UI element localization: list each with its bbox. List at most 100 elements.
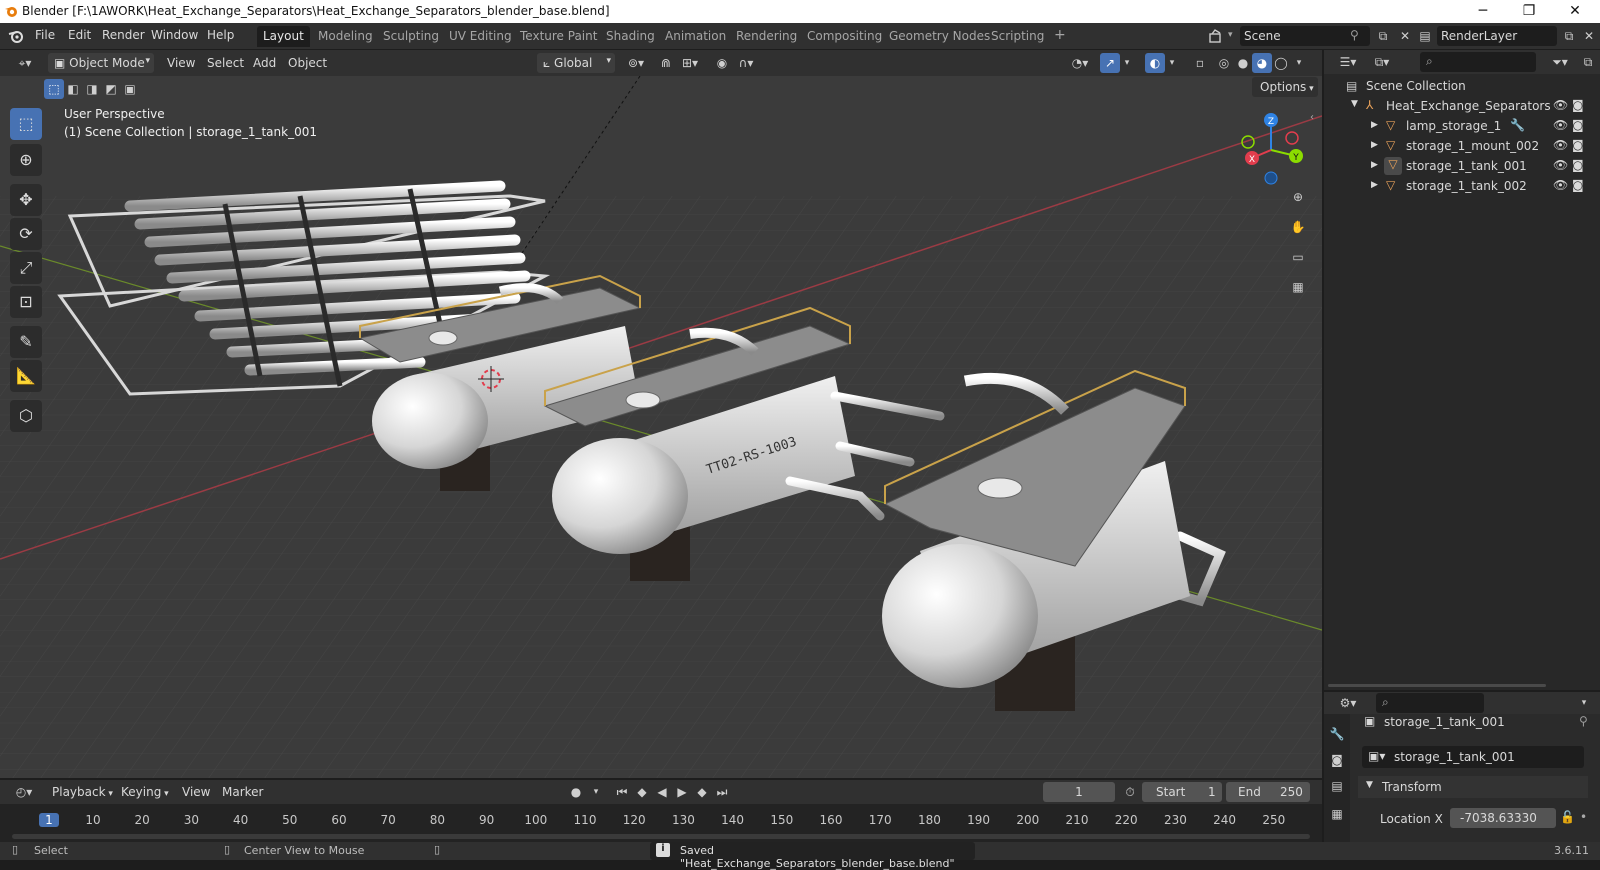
- select-subtract-icon[interactable]: ◨: [82, 79, 102, 99]
- outliner-row-storage-1-mount-002[interactable]: ▶ ▽ storage_1_mount_002 👁 ◙: [1324, 136, 1600, 156]
- timeline-editor-type-icon[interactable]: ◴▾: [10, 782, 38, 802]
- menu-edit[interactable]: Edit: [68, 28, 91, 42]
- expand-chevron-right-icon[interactable]: ▶: [1371, 140, 1378, 150]
- editor-type-icon[interactable]: ⌖▾: [10, 53, 40, 73]
- select-box-tool-icon[interactable]: ⬚: [10, 108, 42, 140]
- location-x-field[interactable]: -7038.63330: [1450, 808, 1556, 828]
- sidebar-toggle-chevron-icon[interactable]: ‹: [1310, 112, 1314, 123]
- xray-toggle-icon[interactable]: ▫: [1190, 53, 1210, 73]
- scene-render[interactable]: TT02-RS-1003: [0, 76, 1322, 778]
- menu-marker[interactable]: Marker: [222, 785, 263, 799]
- outliner-scrollbar[interactable]: [1328, 684, 1546, 687]
- outliner-row-storage-1-tank-002[interactable]: ▶ ▽ storage_1_tank_002 👁 ◙: [1324, 176, 1600, 196]
- options-dropdown[interactable]: Options ▾: [1252, 77, 1318, 97]
- previous-keyframe-icon[interactable]: ◆: [632, 782, 652, 802]
- tab-uv-editing[interactable]: UV Editing: [443, 26, 518, 47]
- lock-icon[interactable]: 🔓: [1560, 810, 1575, 824]
- navigation-gizmo[interactable]: Z Y X: [1236, 110, 1306, 186]
- modifier-wrench-icon[interactable]: 🔧: [1510, 118, 1525, 132]
- frame-ruler[interactable]: 1 10 20 30 40 50 60 70 80 90 100 110 120 130 140 150 160…: [0, 804, 1322, 834]
- eye-icon[interactable]: 👁: [1553, 178, 1568, 192]
- rotate-tool-icon[interactable]: ⟳: [10, 218, 42, 250]
- tab-modeling[interactable]: Modeling: [312, 26, 379, 47]
- eye-icon[interactable]: 👁: [1553, 158, 1568, 172]
- camera-view-icon[interactable]: ▭: [1288, 250, 1308, 270]
- expand-chevron-down-icon[interactable]: ▼: [1351, 99, 1358, 109]
- camera-render-icon[interactable]: ◙: [1572, 158, 1584, 172]
- select-extend-icon[interactable]: ◧: [63, 79, 83, 99]
- auto-keying-chevron-icon[interactable]: ▾: [586, 782, 606, 802]
- scale-tool-icon[interactable]: ⤢: [10, 252, 42, 284]
- outliner-search-input[interactable]: ⌕: [1420, 52, 1536, 72]
- material-preview-shading-icon[interactable]: ◕: [1252, 53, 1272, 73]
- menu-keying[interactable]: Keying ▾: [121, 785, 169, 799]
- object-name-field[interactable]: ▣▾ storage_1_tank_001: [1362, 746, 1584, 768]
- eye-icon[interactable]: 👁: [1553, 118, 1568, 132]
- camera-render-icon[interactable]: ◙: [1572, 138, 1584, 152]
- snap-icon[interactable]: ⋒: [656, 53, 676, 73]
- gizmo-toggle-icon[interactable]: ↗: [1100, 53, 1120, 73]
- next-keyframe-icon[interactable]: ◆: [692, 782, 712, 802]
- menu-timeline-view[interactable]: View: [182, 785, 210, 799]
- menu-playback[interactable]: Playback ▾: [52, 785, 113, 799]
- menu-view[interactable]: View: [167, 56, 195, 70]
- camera-render-icon[interactable]: ◙: [1572, 98, 1584, 112]
- wireframe-shading-icon[interactable]: ◎: [1214, 53, 1234, 73]
- falloff-icon[interactable]: ∩▾: [732, 53, 760, 73]
- pin-icon[interactable]: ⚲: [1579, 714, 1588, 728]
- transform-orientation-dropdown[interactable]: ⟀ Global ▾: [537, 53, 615, 73]
- visibility-selectability-icon[interactable]: ◔▾: [1066, 53, 1094, 73]
- select-intersect-icon[interactable]: ▣: [120, 79, 140, 99]
- output-properties-tab-icon[interactable]: ▤: [1327, 776, 1347, 796]
- menu-object[interactable]: Object: [288, 56, 327, 70]
- camera-render-icon[interactable]: ◙: [1572, 118, 1584, 132]
- properties-options-chevron-icon[interactable]: ▾: [1574, 693, 1594, 713]
- timeline-scrollbar[interactable]: [12, 834, 1310, 839]
- eye-icon[interactable]: 👁: [1553, 138, 1568, 152]
- jump-end-icon[interactable]: ⏭: [712, 782, 732, 802]
- minimize-button[interactable]: ─: [1460, 0, 1506, 23]
- tab-texture-paint[interactable]: Texture Paint: [514, 26, 603, 47]
- mode-dropdown[interactable]: ▣ Object Mode ▾: [48, 53, 154, 73]
- outliner-row-lamp-storage-1[interactable]: ▶ ▽ lamp_storage_1 🔧 👁 ◙: [1324, 116, 1600, 136]
- menu-add[interactable]: Add: [253, 56, 276, 70]
- restore-button[interactable]: ❐: [1506, 0, 1552, 23]
- rendered-shading-icon[interactable]: ◯: [1271, 53, 1291, 73]
- view-layer-icon[interactable]: ▤: [1415, 26, 1435, 46]
- eye-icon[interactable]: 👁: [1553, 98, 1568, 112]
- keyframe-dot-icon[interactable]: •: [1580, 810, 1587, 824]
- select-new-icon[interactable]: ⬚: [44, 79, 64, 99]
- menu-help[interactable]: Help: [207, 28, 234, 42]
- expand-chevron-right-icon[interactable]: ▶: [1371, 160, 1378, 170]
- cursor-tool-icon[interactable]: ⊕: [10, 144, 42, 176]
- delete-view-layer-icon[interactable]: ✕: [1579, 26, 1599, 46]
- end-frame-field[interactable]: End 250: [1226, 782, 1310, 802]
- pan-hand-icon[interactable]: ✋: [1288, 220, 1308, 240]
- scene-icon[interactable]: [1208, 28, 1224, 44]
- start-frame-field[interactable]: Start 1: [1142, 782, 1222, 802]
- outliner-row-scene-collection[interactable]: ▤ Scene Collection: [1324, 76, 1600, 96]
- jump-start-icon[interactable]: ⏮: [612, 782, 632, 802]
- tab-scripting[interactable]: Scripting: [985, 26, 1050, 47]
- move-tool-icon[interactable]: ✥: [10, 184, 42, 216]
- delete-scene-icon[interactable]: ✕: [1395, 26, 1415, 46]
- filter-icon[interactable]: ⏷▾: [1546, 52, 1574, 72]
- new-collection-icon[interactable]: ⧉: [1578, 52, 1598, 72]
- outliner-row-heat-exchange-separators[interactable]: ▼ ⅄ Heat_Exchange_Separators 👁 ◙: [1324, 96, 1600, 116]
- new-scene-icon[interactable]: ⧉: [1373, 26, 1393, 46]
- transform-panel-header[interactable]: ▼ Transform: [1358, 776, 1588, 798]
- overlays-toggle-icon[interactable]: ◐: [1145, 53, 1165, 73]
- tool-properties-tab-icon[interactable]: 🔧: [1327, 724, 1347, 744]
- tab-rendering[interactable]: Rendering: [730, 26, 803, 47]
- properties-search-input[interactable]: ⌕: [1376, 693, 1484, 713]
- play-reverse-icon[interactable]: ◀: [652, 782, 672, 802]
- proportional-editing-icon[interactable]: ◉: [712, 53, 732, 73]
- tab-sculpting[interactable]: Sculpting: [377, 26, 445, 47]
- current-frame-field[interactable]: 1: [1043, 782, 1115, 802]
- add-cube-tool-icon[interactable]: ⬡: [10, 400, 42, 432]
- annotate-tool-icon[interactable]: ✎: [10, 326, 42, 358]
- properties-editor-type-icon[interactable]: ⚙▾: [1334, 693, 1362, 713]
- camera-render-icon[interactable]: ◙: [1572, 178, 1584, 192]
- expand-chevron-right-icon[interactable]: ▶: [1371, 180, 1378, 190]
- tab-geometry-nodes[interactable]: Geometry Nodes: [883, 26, 996, 47]
